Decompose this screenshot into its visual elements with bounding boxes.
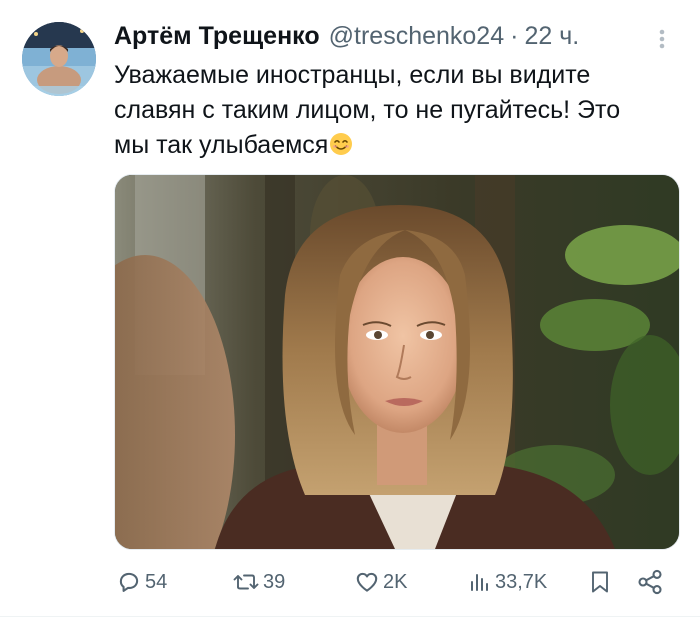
retweet-count: 39 (263, 570, 286, 593)
views-button[interactable]: 33,7K (468, 560, 547, 604)
separator-dot: · (510, 21, 519, 50)
more-vertical-icon[interactable] (650, 24, 674, 54)
views-icon (471, 574, 488, 591)
tweet-text-line: славян с таким лицом, то не пугайтесь! Э… (114, 96, 621, 124)
tweet-photo[interactable] (114, 174, 680, 550)
user-handle[interactable]: @treschenko24 (329, 22, 504, 51)
like-button[interactable]: 2K (354, 560, 407, 604)
tweet-text-line: мы так улыбаемся (114, 128, 674, 163)
tweet-header: Артём Трещенко @treschenko24 · 22 ч. (114, 18, 579, 54)
display-name[interactable]: Артём Трещенко (114, 22, 320, 51)
tweet: Артём Трещенко @treschenko24 · 22 ч. Ува… (0, 0, 700, 634)
tweet-actions: 54 39 2K 33,7K (0, 560, 700, 604)
retweet-button[interactable]: 39 (232, 560, 285, 604)
timestamp[interactable]: 22 ч. (524, 22, 579, 51)
share-icon (638, 569, 662, 595)
reply-icon (119, 572, 139, 592)
like-count: 2K (383, 570, 408, 593)
reply-button[interactable]: 54 (116, 560, 167, 604)
bookmark-button[interactable] (588, 560, 612, 604)
views-count: 33,7K (495, 570, 548, 593)
share-button[interactable] (636, 560, 664, 604)
bookmark-icon (592, 571, 608, 593)
tweet-text-line: Уважаемые иностранцы, если вы видите (114, 61, 591, 89)
tweet-text: Уважаемые иностранцы, если вы видите сла… (114, 58, 674, 163)
like-icon (356, 572, 378, 592)
reply-count: 54 (145, 570, 168, 593)
smiling-face-emoji-icon (330, 133, 353, 155)
avatar[interactable] (22, 22, 96, 96)
divider (0, 616, 700, 617)
tweet-text-fragment: мы так улыбаемся (114, 131, 329, 159)
retweet-icon (233, 574, 259, 590)
